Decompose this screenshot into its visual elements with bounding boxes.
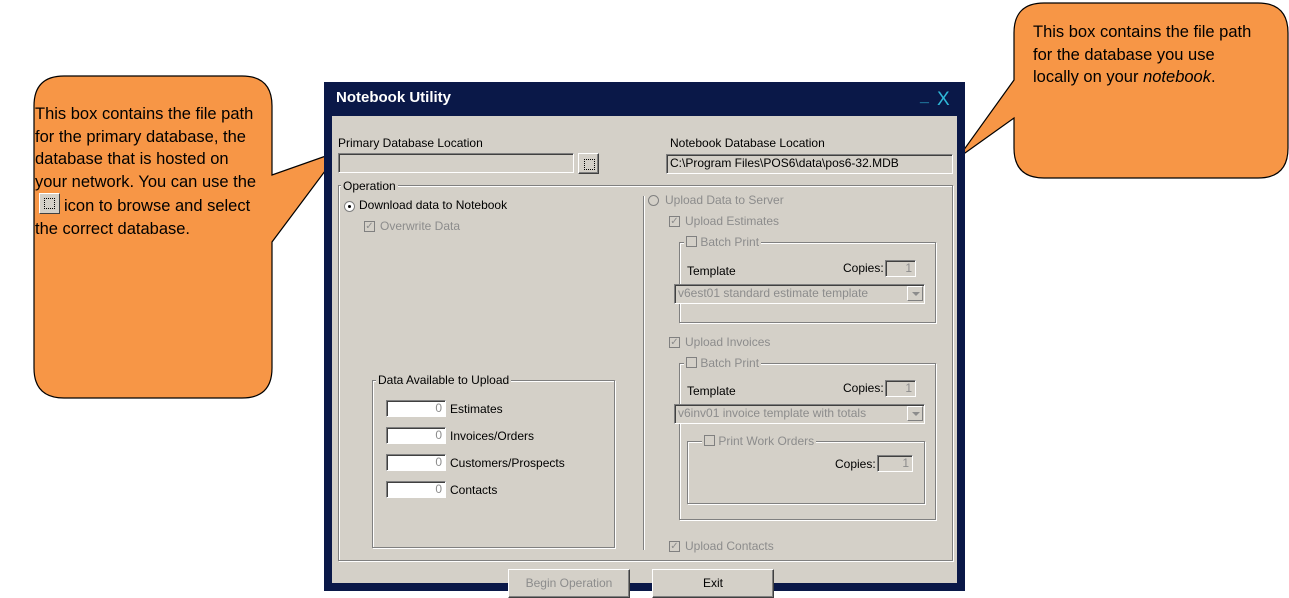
left-callout-text-after: icon to browse and select the correct da… <box>35 197 251 238</box>
chevron-down-icon[interactable] <box>907 286 923 301</box>
window-title: Notebook Utility <box>336 89 451 106</box>
upload-estimates-checkbox[interactable]: ✓ <box>669 216 680 227</box>
notebook-db-label: Notebook Database Location <box>670 136 825 150</box>
invoices-copies-label: Copies: <box>843 381 884 395</box>
estimates-copies-label: Copies: <box>843 261 884 275</box>
work-orders-legend: Print Work Orders <box>702 434 817 448</box>
work-orders-label: Print Work Orders <box>718 434 815 448</box>
upload-label: Upload Data to Server <box>665 193 784 207</box>
estimates-batch-label: Batch Print <box>700 235 760 249</box>
upload-radio[interactable] <box>648 195 659 206</box>
column-divider <box>643 196 644 550</box>
primary-db-label: Primary Database Location <box>338 136 483 150</box>
begin-operation-button[interactable]: Begin Operation <box>508 569 630 598</box>
estimates-template-select[interactable]: v6est01 standard estimate template <box>674 284 925 304</box>
right-callout-suffix: . <box>1210 68 1216 87</box>
estimates-template-label: Template <box>687 264 736 278</box>
work-orders-copies-label: Copies: <box>835 457 876 471</box>
window-client-area: Primary Database Location Notebook Datab… <box>332 116 957 598</box>
upload-estimates-label: Upload Estimates <box>685 214 780 228</box>
invoices-count: 0 <box>386 427 446 444</box>
notebook-utility-window: Notebook Utility _ X Primary Database Lo… <box>324 82 965 598</box>
estimates-count: 0 <box>386 400 446 417</box>
work-orders-checkbox[interactable] <box>704 435 715 446</box>
download-radio[interactable] <box>344 201 355 212</box>
estimates-label: Estimates <box>450 402 503 416</box>
chevron-down-icon[interactable] <box>907 406 923 421</box>
primary-db-field[interactable] <box>338 153 574 173</box>
upload-invoices-label: Upload Invoices <box>685 335 771 349</box>
work-orders-copies-field[interactable]: 1 <box>877 455 913 472</box>
customers-count: 0 <box>386 454 446 471</box>
right-callout-emphasis: notebook <box>1143 68 1211 87</box>
invoices-template-label: Template <box>687 384 736 398</box>
invoices-label: Invoices/Orders <box>450 429 535 443</box>
notebook-db-field[interactable]: C:\Program Files\POS6\data\pos6-32.MDB <box>666 154 953 174</box>
estimates-batch-group <box>679 242 936 323</box>
close-button[interactable]: X <box>937 89 950 111</box>
upload-invoices-checkbox[interactable]: ✓ <box>669 337 680 348</box>
upload-contacts-label: Upload Contacts <box>685 539 774 553</box>
invoices-template-value: v6inv01 invoice template with totals <box>678 406 867 420</box>
browse-icon <box>39 193 60 215</box>
browse-icon <box>584 159 595 170</box>
invoices-copies-field[interactable]: 1 <box>885 380 916 397</box>
right-callout-text: This box contains the file path for the … <box>1033 21 1255 89</box>
invoices-batch-checkbox[interactable] <box>686 357 697 368</box>
overwrite-checkbox[interactable]: ✓ <box>364 221 375 232</box>
download-label: Download data to Notebook <box>359 198 508 212</box>
contacts-label: Contacts <box>450 483 498 497</box>
estimates-batch-checkbox[interactable] <box>686 236 697 247</box>
invoices-batch-legend: Batch Print <box>684 356 762 370</box>
estimates-copies-field[interactable]: 1 <box>885 260 916 277</box>
exit-button[interactable]: Exit <box>652 569 774 598</box>
left-callout-text: This box contains the file path for the … <box>35 103 263 241</box>
left-callout-text-before: This box contains the file path for the … <box>35 105 257 191</box>
browse-button[interactable] <box>578 153 599 174</box>
upload-contacts-checkbox[interactable]: ✓ <box>669 541 680 552</box>
invoices-template-select[interactable]: v6inv01 invoice template with totals <box>674 404 925 424</box>
work-orders-group <box>687 441 925 504</box>
data-available-legend: Data Available to Upload <box>376 373 512 387</box>
overwrite-label: Overwrite Data <box>380 219 461 233</box>
invoices-batch-label: Batch Print <box>700 356 760 370</box>
customers-label: Customers/Prospects <box>450 456 565 470</box>
estimates-template-value: v6est01 standard estimate template <box>678 286 869 300</box>
minimize-button[interactable]: _ <box>920 88 929 106</box>
estimates-batch-legend: Batch Print <box>684 235 762 249</box>
operation-legend: Operation <box>341 179 398 193</box>
contacts-count: 0 <box>386 481 446 498</box>
